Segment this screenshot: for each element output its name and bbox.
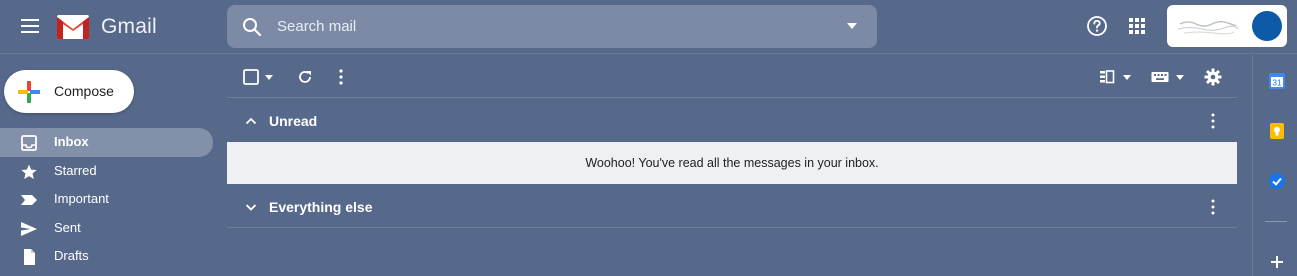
sidebar-item-drafts[interactable]: Drafts	[0, 242, 213, 271]
calendar-day-label: 31	[1273, 79, 1282, 88]
tasks-icon[interactable]	[1268, 172, 1286, 190]
gmail-logo-icon[interactable]	[56, 14, 90, 40]
mail-toolbar	[227, 56, 1237, 98]
main-menu-button[interactable]	[16, 12, 44, 40]
top-bar: Gmail	[0, 0, 1297, 54]
section-unread-header[interactable]: Unread	[227, 99, 1237, 142]
keyboard-icon	[1151, 72, 1169, 82]
checkbox-icon	[243, 69, 259, 85]
input-tools-button[interactable]	[1150, 67, 1186, 87]
help-icon[interactable]	[1086, 15, 1108, 37]
caret-down-icon	[1123, 75, 1131, 80]
search-input[interactable]	[277, 5, 837, 48]
sidebar-item-inbox[interactable]: Inbox	[0, 128, 213, 157]
search-options-button[interactable]	[843, 17, 861, 35]
more-options-button[interactable]	[331, 67, 351, 87]
sidebar-item-label: Inbox	[54, 134, 89, 149]
section-divider	[227, 227, 1237, 228]
more-vertical-icon[interactable]	[1205, 198, 1221, 216]
more-vertical-icon[interactable]	[1205, 112, 1221, 130]
section-title: Everything else	[269, 199, 373, 215]
caret-down-icon	[847, 23, 857, 29]
hamburger-menu-icon	[21, 19, 39, 33]
sidebar-item-label: Drafts	[54, 248, 89, 263]
gmail-wordmark: Gmail	[101, 15, 157, 38]
compose-label: Compose	[54, 83, 114, 99]
section-everything-else-header[interactable]: Everything else	[227, 185, 1237, 228]
side-panel-divider	[1265, 221, 1287, 222]
more-vertical-icon	[339, 69, 343, 85]
chevron-up-icon	[245, 117, 257, 125]
chevron-down-icon	[245, 204, 257, 211]
section-title: Unread	[269, 113, 318, 129]
gear-icon	[1204, 68, 1222, 86]
sidebar-item-label: Starred	[54, 162, 97, 178]
apps-grid-icon[interactable]	[1128, 17, 1146, 35]
important-icon	[21, 195, 37, 205]
split-pane-toggle[interactable]	[1097, 67, 1133, 87]
calendar-icon[interactable]: 31	[1268, 72, 1286, 90]
split-pane-icon	[1100, 70, 1115, 84]
select-all-checkbox[interactable]	[241, 67, 275, 87]
refresh-button[interactable]	[295, 67, 315, 87]
draft-icon	[24, 249, 35, 265]
sidebar-item-important[interactable]: Important	[0, 185, 213, 214]
caret-down-icon	[1176, 75, 1184, 80]
send-icon	[21, 221, 37, 236]
sidebar-item-sent[interactable]: Sent	[0, 214, 213, 243]
sidebar-item-label: Sent	[54, 219, 81, 235]
refresh-icon	[299, 71, 311, 83]
empty-inbox-text: Woohoo! You've read all the messages in …	[585, 156, 879, 170]
compose-plus-icon	[18, 81, 40, 103]
search-icon[interactable]	[241, 16, 263, 38]
inbox-icon	[21, 135, 37, 151]
settings-button[interactable]	[1203, 67, 1223, 87]
compose-button[interactable]: Compose	[4, 70, 134, 113]
star-icon	[21, 164, 37, 179]
add-icon[interactable]	[1268, 253, 1286, 271]
search-bar	[227, 5, 877, 48]
sidebar-nav: Inbox Starred Important Sent Drafts	[0, 128, 213, 271]
caret-down-icon	[265, 75, 273, 80]
avatar[interactable]	[1252, 11, 1282, 41]
sidebar-item-label: Important	[54, 191, 109, 206]
organization-logo-icon	[1174, 14, 1242, 38]
side-panel: 31	[1252, 55, 1297, 276]
account-area[interactable]	[1167, 5, 1287, 47]
empty-inbox-message: Woohoo! You've read all the messages in …	[227, 142, 1237, 184]
sidebar-item-starred[interactable]: Starred	[0, 157, 213, 186]
keep-icon[interactable]	[1268, 122, 1286, 140]
